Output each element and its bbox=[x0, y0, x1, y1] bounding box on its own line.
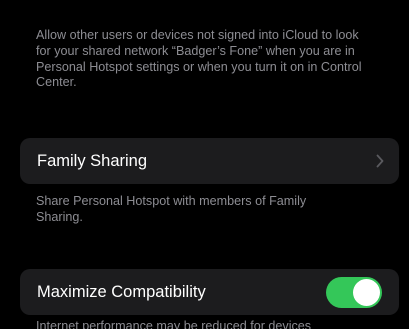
family-sharing-label: Family Sharing bbox=[37, 152, 148, 170]
chevron-right-icon bbox=[376, 154, 384, 168]
toggle-knob bbox=[353, 279, 380, 306]
allow-others-footnote: Allow other users or devices not signed … bbox=[36, 28, 362, 90]
maximize-compatibility-toggle[interactable] bbox=[326, 277, 382, 308]
maximize-compatibility-footnote: Internet performance may be reduced for … bbox=[36, 319, 312, 329]
maximize-compatibility-label: Maximize Compatibility bbox=[37, 283, 206, 301]
family-sharing-footnote: Share Personal Hotspot with members of F… bbox=[36, 194, 307, 224]
family-sharing-row[interactable]: Family Sharing bbox=[20, 138, 399, 184]
maximize-compatibility-row: Maximize Compatibility bbox=[20, 269, 399, 315]
personal-hotspot-settings: Allow other users or devices not signed … bbox=[0, 0, 409, 329]
